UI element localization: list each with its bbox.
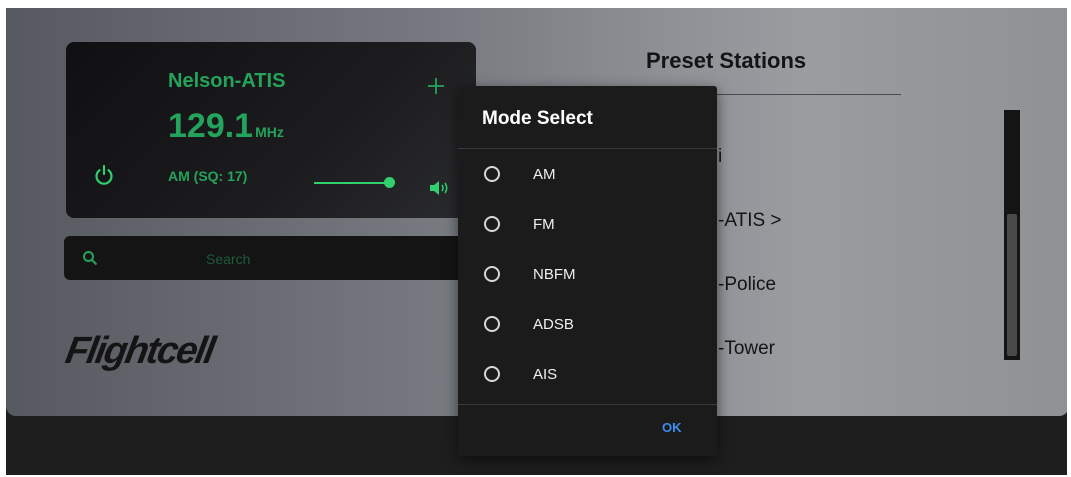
option-label: ADSB [533,316,574,333]
dialog-title: Mode Select [482,108,593,129]
preset-item[interactable]: -ATIS > [718,210,782,232]
mode-option-ais[interactable]: AIS [458,352,717,402]
volume-icon[interactable] [428,178,452,198]
volume-slider[interactable] [314,182,390,184]
radio-button-icon[interactable] [484,216,500,232]
dialog-divider [458,404,717,405]
app-frame: Nelson-ATIS 129.1 MHz AM (SQ: 17) Search… [6,8,1067,475]
volume-slider-thumb[interactable] [384,177,395,188]
option-label: FM [533,216,555,233]
flightcell-logo: Flightcell [62,330,217,372]
preset-item[interactable]: -Tower [718,338,775,360]
radio-card: Nelson-ATIS 129.1 MHz AM (SQ: 17) [66,42,476,218]
radio-button-icon[interactable] [484,266,500,282]
option-label: AIS [533,366,558,383]
frequency-display: 129.1 MHz [168,107,284,146]
frequency-value: 129.1 [168,107,254,145]
presets-scrollbar[interactable] [1004,110,1020,360]
search-icon [83,251,98,266]
mode-select-dialog: Mode Select AM FM NBFM ADSB AIS OK [458,86,717,456]
radio-button-icon[interactable] [484,366,500,382]
mode-status[interactable]: AM (SQ: 17) [168,168,247,184]
station-name: Nelson-ATIS [168,70,286,92]
option-label: AM [533,166,556,183]
frequency-unit: MHz [255,124,284,140]
search-bar[interactable] [64,236,484,280]
mode-option-nbfm[interactable]: NBFM [458,252,717,302]
ok-button[interactable]: OK [662,420,682,435]
option-label: NBFM [533,266,576,283]
power-icon[interactable] [93,164,115,186]
radio-button-icon[interactable] [484,316,500,332]
radio-button-icon[interactable] [484,166,500,182]
presets-scrollbar-thumb[interactable] [1007,214,1017,356]
add-preset-icon[interactable] [426,76,446,96]
preset-stations-title: Preset Stations [646,48,807,73]
preset-item[interactable]: -Police [718,274,776,296]
dialog-divider [458,148,717,149]
preset-item[interactable]: i [718,146,722,168]
mode-option-am[interactable]: AM [458,152,717,202]
mode-option-adsb[interactable]: ADSB [458,302,717,352]
mode-option-fm[interactable]: FM [458,202,717,252]
search-input[interactable] [204,248,328,270]
